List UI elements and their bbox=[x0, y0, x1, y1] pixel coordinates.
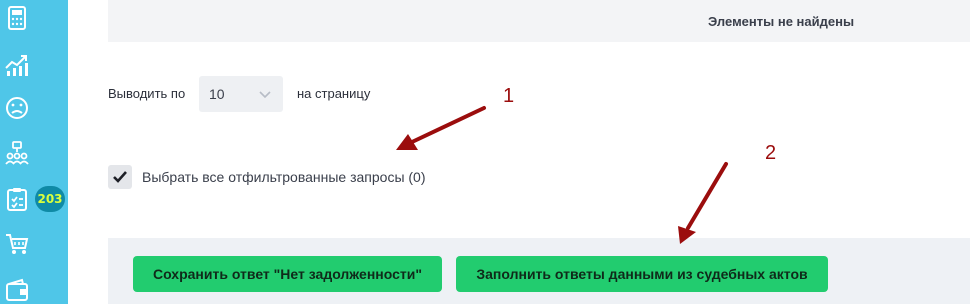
per-page-value: 10 bbox=[209, 86, 225, 102]
checkmark-icon bbox=[113, 171, 127, 183]
results-table-empty-row: Элементы не найдены bbox=[108, 0, 970, 42]
bulk-actions-bar: Сохранить ответ "Нет задолженности" Запо… bbox=[108, 238, 970, 304]
per-page-suffix: на страницу bbox=[297, 86, 371, 101]
select-all-checkbox[interactable] bbox=[108, 165, 132, 189]
annotation-marker-2: 2 bbox=[765, 142, 777, 164]
select-all-filtered[interactable]: Выбрать все отфильтрованные запросы (0) bbox=[108, 165, 426, 189]
save-no-debt-button[interactable]: Сохранить ответ "Нет задолженности" bbox=[133, 256, 442, 292]
per-page-label: Выводить по bbox=[108, 86, 186, 101]
chevron-down-icon bbox=[259, 91, 271, 99]
arrow-2-shaft bbox=[686, 162, 728, 230]
fill-from-court-acts-button[interactable]: Заполнить ответы данными из судебных акт… bbox=[456, 256, 828, 292]
cart-icon[interactable] bbox=[4, 231, 30, 257]
task-checklist-icon[interactable] bbox=[4, 186, 30, 212]
arrow-1-head bbox=[396, 134, 418, 150]
select-all-label: Выбрать все отфильтрованные запросы (0) bbox=[142, 169, 426, 185]
sad-face-icon[interactable] bbox=[4, 95, 30, 121]
arrow-1-shaft bbox=[410, 106, 486, 144]
calculator-icon[interactable] bbox=[4, 5, 30, 31]
per-page-select[interactable]: 10 bbox=[199, 76, 283, 112]
sidebar: 203 bbox=[0, 0, 68, 304]
empty-results-message: Элементы не найдены bbox=[708, 14, 855, 29]
growth-chart-icon[interactable] bbox=[4, 52, 30, 78]
team-icon[interactable] bbox=[4, 140, 30, 166]
annotation-marker-1: 1 bbox=[503, 85, 515, 107]
wallet-icon[interactable] bbox=[4, 278, 30, 304]
tasks-count-badge: 203 bbox=[35, 186, 65, 212]
